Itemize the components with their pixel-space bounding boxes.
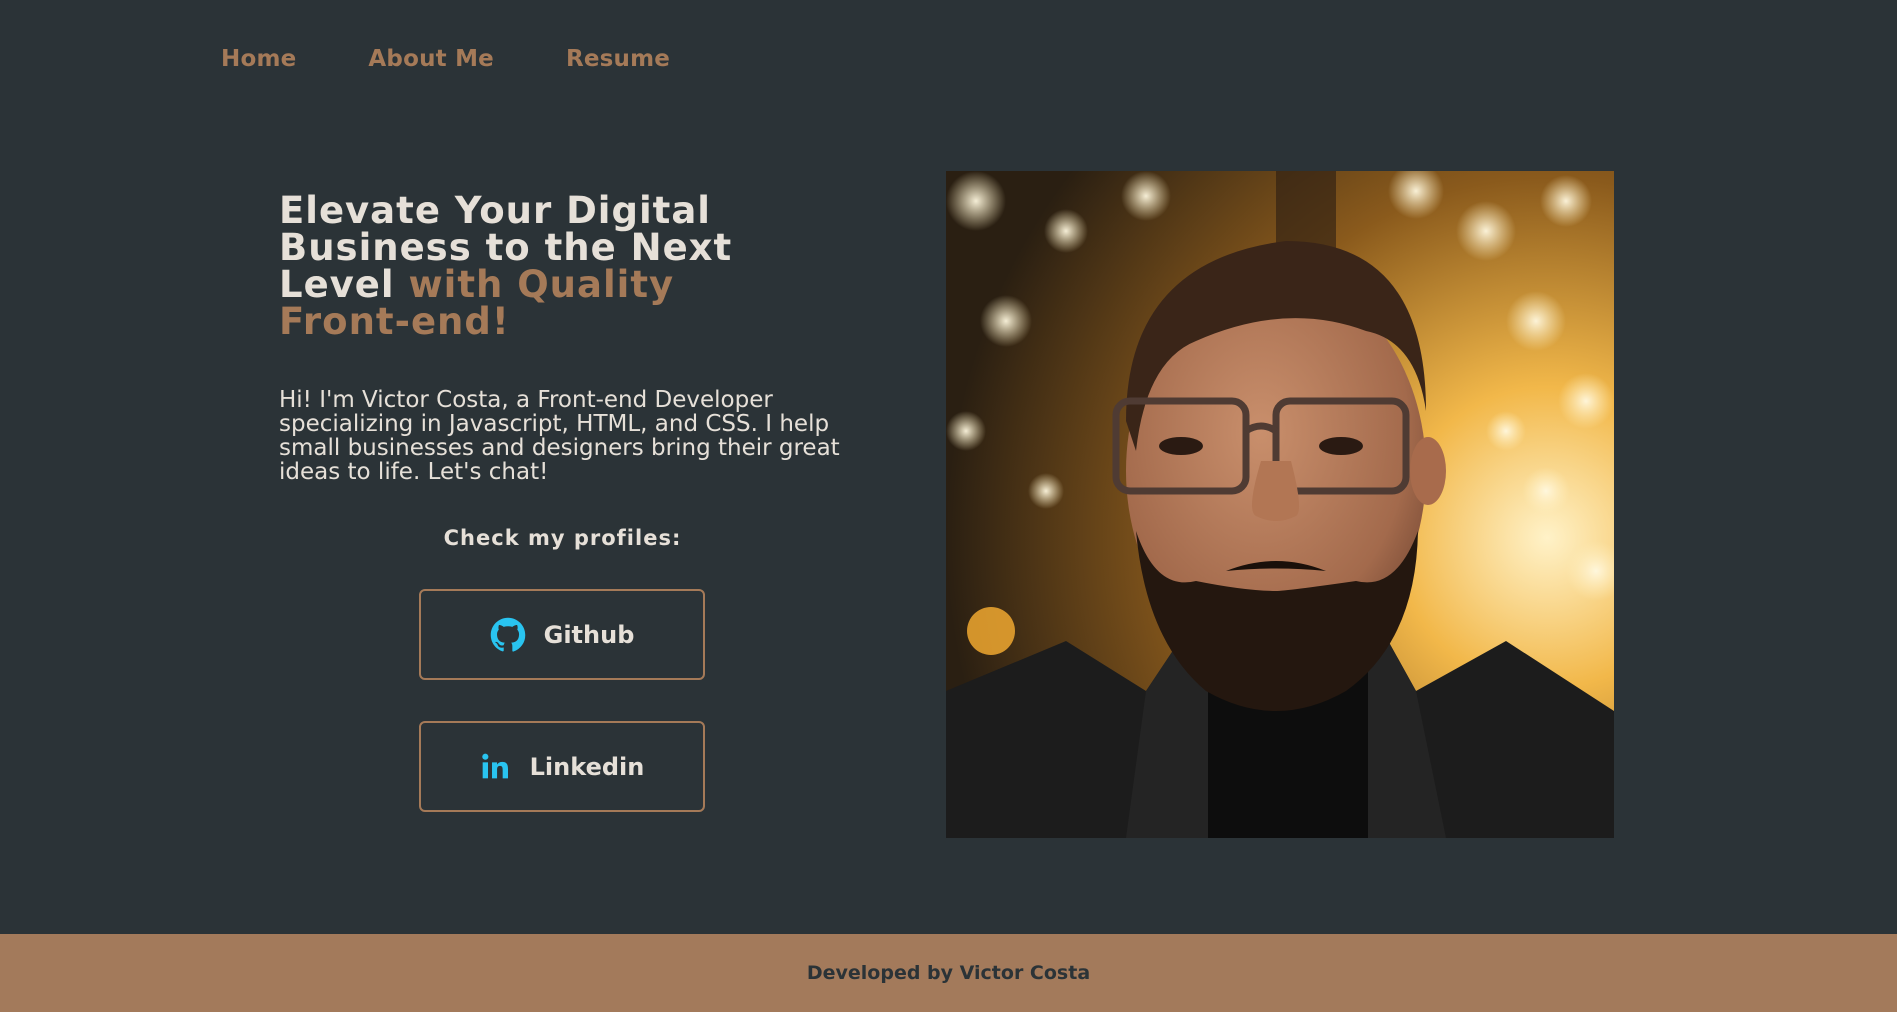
github-icon — [490, 617, 526, 653]
github-button[interactable]: Github — [419, 589, 705, 680]
footer: Developed by Victor Costa — [0, 934, 1897, 1012]
linkedin-icon — [480, 751, 512, 783]
portrait-photo — [946, 171, 1614, 838]
github-button-label: Github — [543, 620, 635, 649]
hero-intro: Hi! I'm Victor Costa, a Front-end Develo… — [279, 387, 840, 485]
portrait-illustration — [946, 171, 1614, 838]
linkedin-button[interactable]: Linkedin — [419, 721, 705, 812]
footer-credit: Developed by Victor Costa — [806, 962, 1091, 984]
main-nav: Home About Me Resume — [221, 46, 670, 72]
hero-headline: Elevate Your Digital Business to the Nex… — [279, 192, 799, 340]
nav-resume-link[interactable]: Resume — [566, 46, 670, 72]
linkedin-button-label: Linkedin — [529, 752, 645, 781]
hero-section: Elevate Your Digital Business to the Nex… — [279, 192, 879, 484]
nav-about-link[interactable]: About Me — [368, 46, 494, 72]
nav-home-link[interactable]: Home — [221, 46, 296, 72]
profiles-label: Check my profiles: — [443, 526, 682, 550]
